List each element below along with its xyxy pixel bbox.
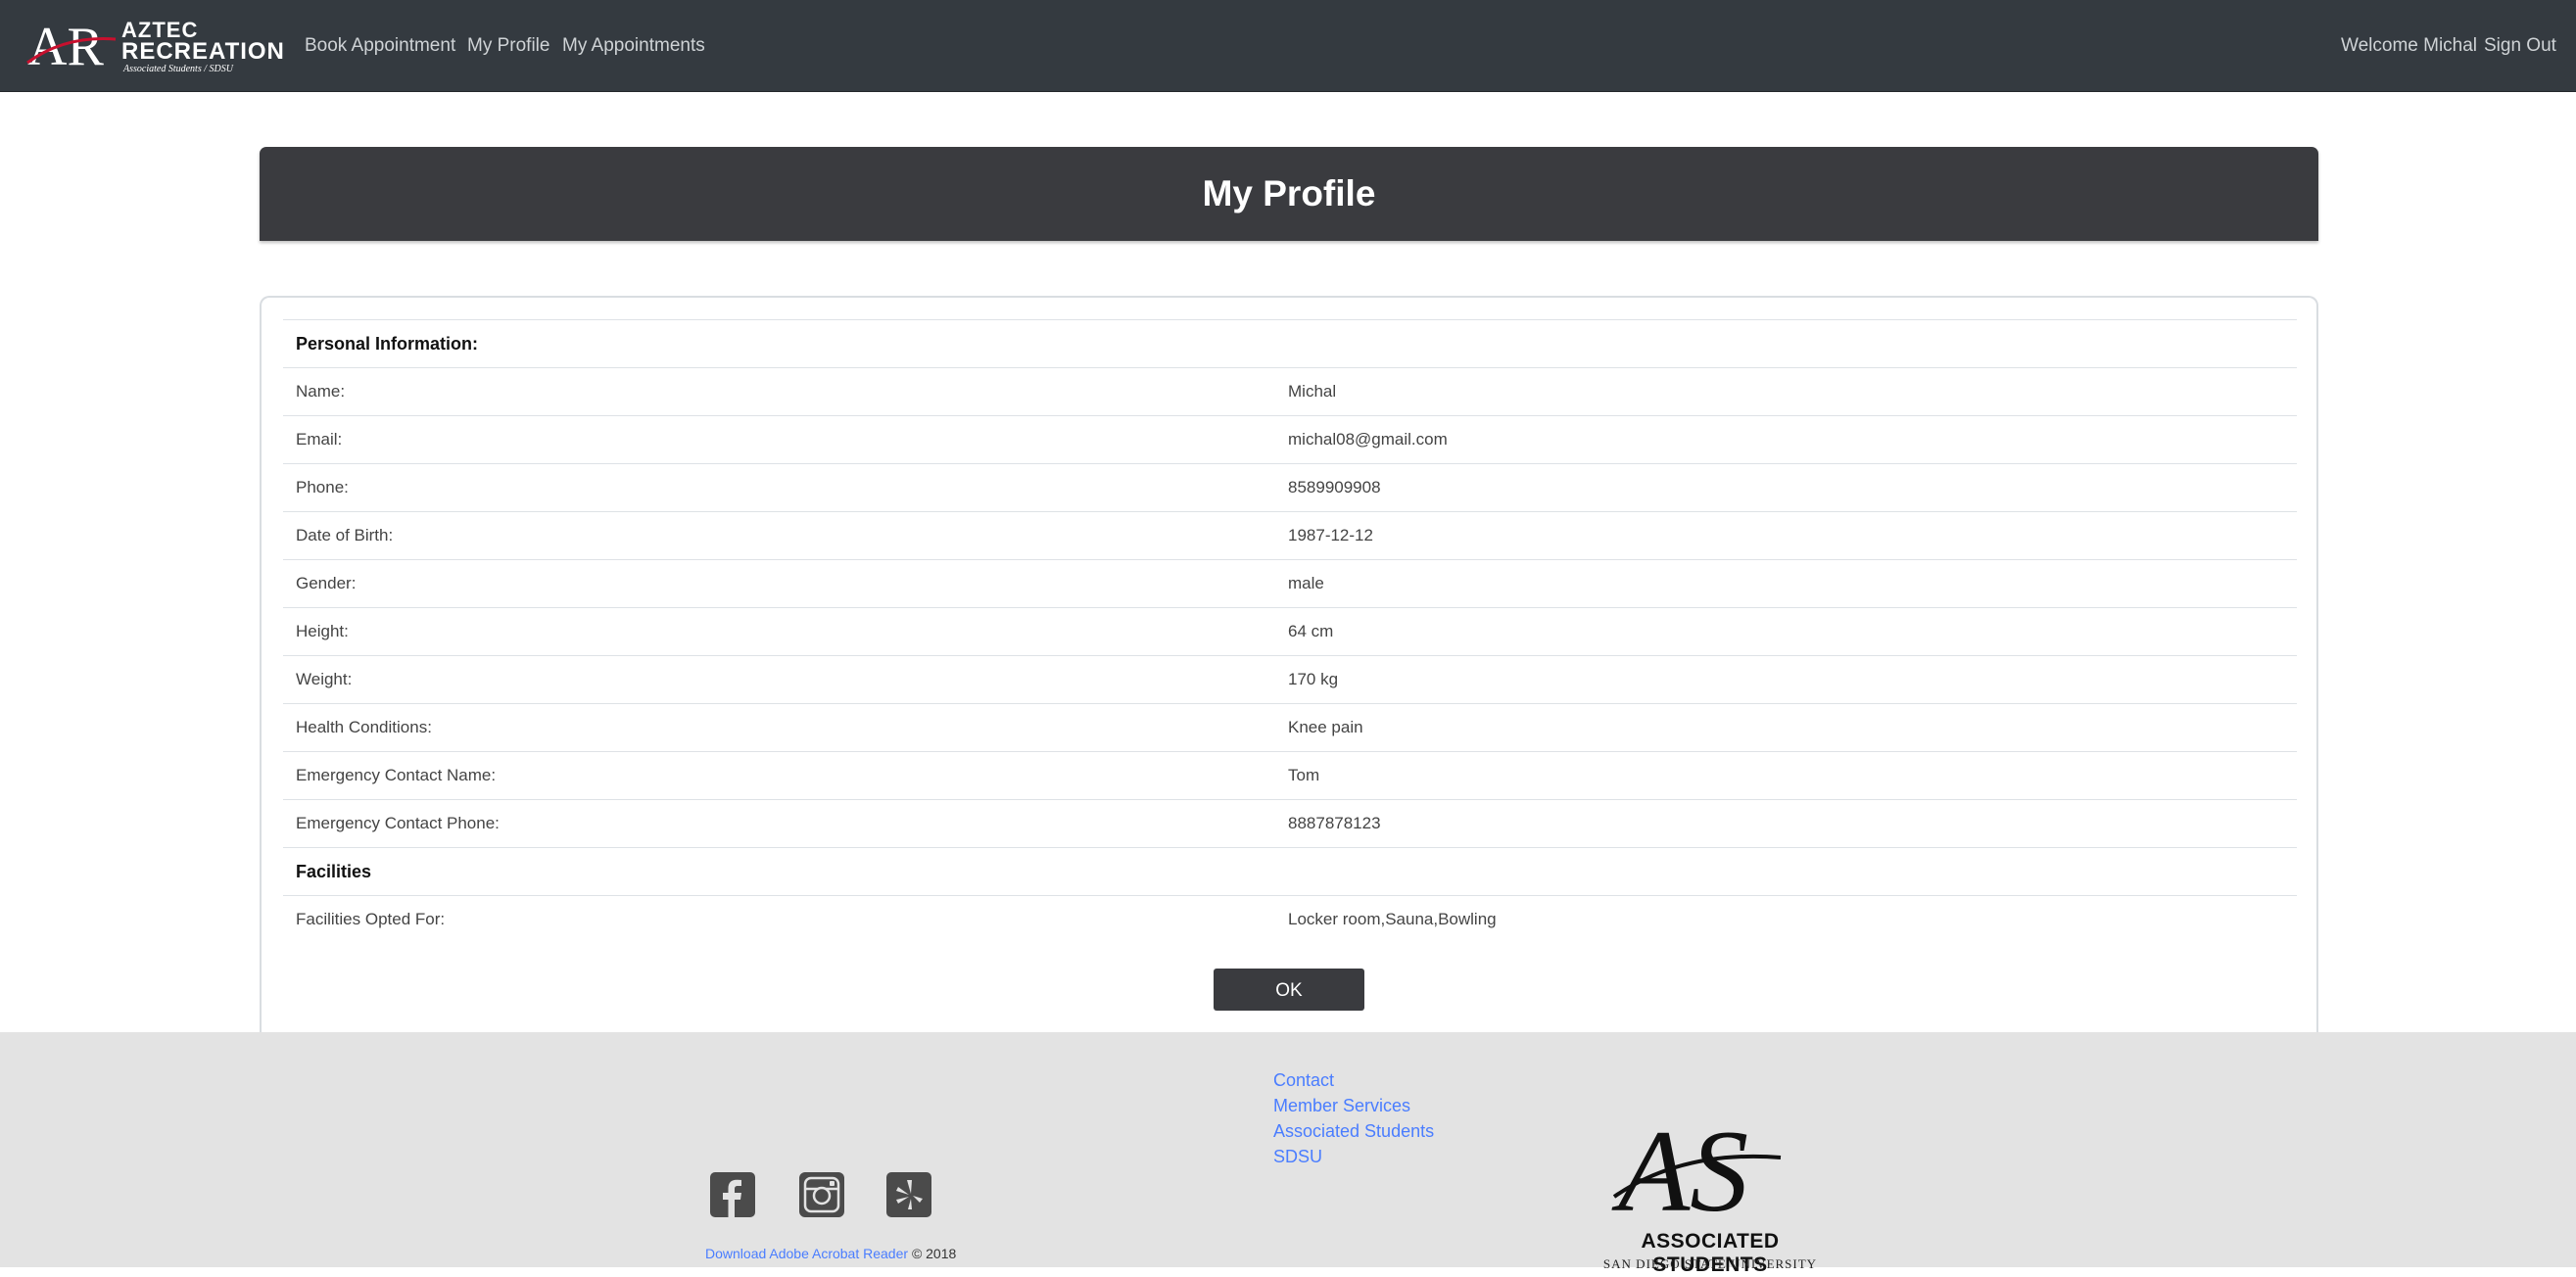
copyright-text: © 2018 [911, 1246, 957, 1261]
table-row: Weight: 170 kg [283, 655, 2297, 704]
as-logo-subtitle: SAN DIEGO STATE UNIVERSITY [1602, 1256, 1818, 1271]
row-value: 8589909908 [1275, 463, 2297, 512]
brand-name-line2: RECREATION [121, 38, 285, 65]
page-title-bar: My Profile [260, 147, 2318, 241]
associated-students-logo[interactable]: AS ASSOCIATED STUDENTS SAN DIEGO STATE U… [1585, 1081, 1836, 1277]
site-footer: Contact Member Services Associated Stude… [0, 1032, 2576, 1276]
table-row: Health Conditions: Knee pain [283, 703, 2297, 752]
table-row: Personal Information: [283, 319, 2297, 368]
nav-my-profile[interactable]: My Profile [467, 34, 549, 58]
row-label: Phone: [283, 463, 1275, 512]
footer-link-member-services[interactable]: Member Services [1273, 1093, 1434, 1118]
top-navbar: AR AZTEC RECREATION Associated Students … [0, 0, 2576, 92]
table-row: Height: 64 cm [283, 607, 2297, 656]
row-label: Height: [283, 607, 1275, 656]
row-value: 170 kg [1275, 655, 2297, 704]
ok-button[interactable]: OK [1214, 969, 1364, 1011]
page-title: My Profile [1202, 173, 1376, 213]
row-value: 1987-12-12 [1275, 511, 2297, 560]
row-value: 64 cm [1275, 607, 2297, 656]
table-row: Facilities Opted For: Locker room,Sauna,… [283, 895, 2297, 944]
row-label: Gender: [283, 559, 1275, 608]
row-label: Emergency Contact Name: [283, 751, 1275, 800]
row-label: Name: [283, 367, 1275, 416]
table-row: Name: Michal [283, 367, 2297, 416]
sign-out-link[interactable]: Sign Out [2484, 34, 2556, 58]
nav-my-appointments[interactable]: My Appointments [562, 34, 705, 58]
row-value: Michal [1275, 367, 2297, 416]
row-label: Weight: [283, 655, 1275, 704]
footer-links: Contact Member Services Associated Stude… [1273, 1067, 1434, 1169]
facilities-value: Locker room,Sauna,Bowling [1275, 895, 2297, 944]
download-acrobat-link[interactable]: Download Adobe Acrobat Reader [705, 1246, 908, 1261]
yelp-icon[interactable] [886, 1172, 931, 1217]
table-row: Gender: male [283, 559, 2297, 608]
row-label: Date of Birth: [283, 511, 1275, 560]
table-row: Date of Birth: 1987-12-12 [283, 511, 2297, 560]
acrobat-line: Download Adobe Acrobat Reader © 2018 [705, 1246, 956, 1261]
footer-link-contact[interactable]: Contact [1273, 1067, 1434, 1093]
profile-card: Personal Information: Name: Michal Email… [260, 296, 2318, 1040]
brand-tagline: Associated Students / SDSU [123, 64, 233, 74]
personal-info-heading: Personal Information: [283, 319, 2297, 368]
table-row: Emergency Contact Name: Tom [283, 751, 2297, 800]
row-label: Emergency Contact Phone: [283, 799, 1275, 848]
facilities-heading: Facilities [283, 847, 2297, 896]
table-row: Emergency Contact Phone: 8887878123 [283, 799, 2297, 848]
aztec-recreation-logo[interactable]: AR AZTEC RECREATION Associated Students … [25, 17, 284, 74]
row-label: Email: [283, 415, 1275, 464]
row-value: Tom [1275, 751, 2297, 800]
facilities-label: Facilities Opted For: [283, 895, 1275, 944]
row-label: Health Conditions: [283, 703, 1275, 752]
row-value: michal08@gmail.com [1275, 415, 2297, 464]
row-value: Knee pain [1275, 703, 2297, 752]
row-value: 8887878123 [1275, 799, 2297, 848]
row-value: male [1275, 559, 2297, 608]
instagram-icon[interactable] [799, 1172, 844, 1217]
table-row: Phone: 8589909908 [283, 463, 2297, 512]
footer-link-associated-students[interactable]: Associated Students [1273, 1118, 1434, 1144]
nav-book-appointment[interactable]: Book Appointment [305, 34, 455, 58]
facebook-icon[interactable] [710, 1172, 755, 1217]
footer-link-sdsu[interactable]: SDSU [1273, 1144, 1434, 1169]
table-row: Facilities [283, 847, 2297, 896]
welcome-user-link[interactable]: Welcome Michal [2341, 34, 2477, 58]
table-row: Email: michal08@gmail.com [283, 415, 2297, 464]
as-monogram-icon: AS [1611, 1106, 1782, 1236]
profile-table: Personal Information: Name: Michal Email… [283, 319, 2297, 944]
ar-monogram-icon: AR [26, 17, 117, 72]
